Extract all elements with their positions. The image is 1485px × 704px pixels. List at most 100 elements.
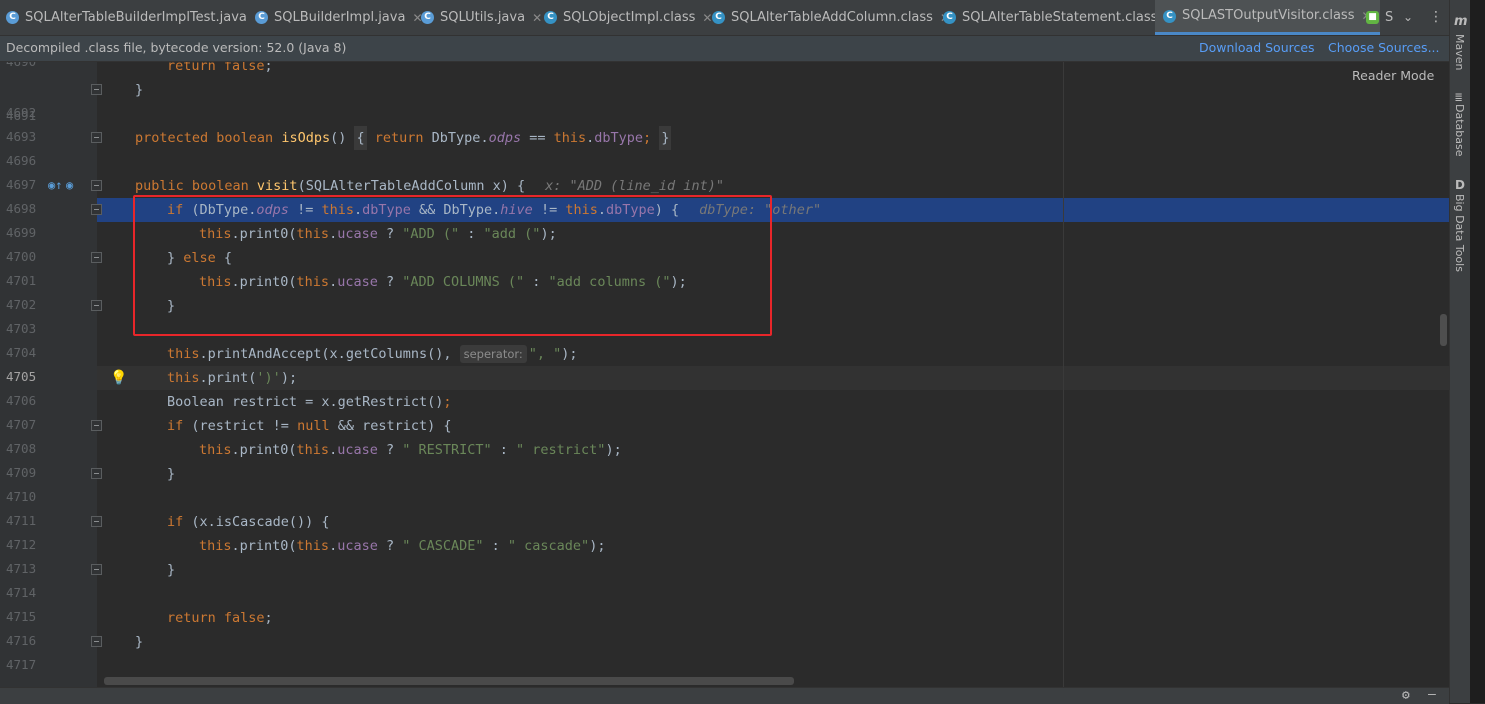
- right-margin-guide: [1063, 62, 1064, 687]
- tab-label: SQLAlterTableBuilderImplTest.java: [25, 9, 247, 25]
- tool-window-database[interactable]: Database: [1453, 104, 1466, 157]
- line-number: 4693: [6, 129, 37, 144]
- close-icon[interactable]: ✕: [702, 0, 712, 35]
- fold-marker[interactable]: [91, 420, 102, 431]
- override-icon[interactable]: ◉↑: [48, 178, 62, 192]
- tab-sqlutils[interactable]: C SQLUtils.java ✕: [421, 0, 542, 35]
- tab-overflow[interactable]: ■ S: [1366, 0, 1393, 35]
- maven-icon: m: [1454, 14, 1468, 29]
- line-number-current: 4705: [6, 369, 37, 384]
- tab-label: SQLASTOutputVisitor.class: [1182, 8, 1355, 23]
- editor-tab-bar: C SQLAlterTableBuilderImplTest.java ✕ C …: [0, 0, 1449, 36]
- tab-label: SQLBuilderImpl.java: [274, 9, 406, 25]
- window-edge: [1470, 0, 1485, 703]
- class-file-icon: C: [1163, 9, 1176, 23]
- line-number: 4714: [6, 585, 37, 600]
- tab-sqlaltertablestatement[interactable]: C SQLAlterTableStatement.class ✕: [943, 0, 1174, 35]
- line-number: 4709: [6, 465, 37, 480]
- code-line: }: [167, 562, 176, 578]
- tab-sqlastoutputvisitor[interactable]: C SQLASTOutputVisitor.class ✕: [1155, 0, 1380, 35]
- tab-sqlobjectimpl[interactable]: C SQLObjectImpl.class ✕: [544, 0, 712, 35]
- right-tool-strip: m Maven ≣ Database D Big Data Tools: [1449, 0, 1471, 703]
- big-data-tools-icon: D: [1455, 178, 1465, 192]
- line-number: 4703: [6, 321, 37, 336]
- code-line: }: [135, 634, 144, 650]
- reader-mode-toggle[interactable]: Reader Mode: [1352, 68, 1434, 83]
- choose-sources-link[interactable]: Choose Sources...: [1328, 40, 1440, 55]
- code-line: this.printAndAccept(x.getColumns(), sepe…: [167, 345, 578, 363]
- line-number: 4712: [6, 537, 37, 552]
- code-line: return false;: [167, 62, 273, 74]
- horizontal-scrollbar[interactable]: [104, 677, 794, 685]
- decompiled-banner: Decompiled .class file, bytecode version…: [0, 36, 1449, 62]
- line-number: 4698: [6, 201, 37, 216]
- fold-marker[interactable]: [91, 204, 102, 215]
- fold-marker[interactable]: [91, 132, 102, 143]
- line-number: 4711: [6, 513, 37, 528]
- class-file-icon: C: [943, 11, 956, 24]
- line-number: 4704: [6, 345, 37, 360]
- tab-label: SQLUtils.java: [440, 9, 526, 25]
- line-number: 4717: [6, 657, 37, 672]
- caret-line-highlight: [97, 366, 1449, 390]
- code-line: }: [167, 466, 176, 482]
- fold-marker[interactable]: [91, 516, 102, 527]
- code-line-current: this.print(')');: [167, 370, 298, 386]
- line-number: 4702: [6, 297, 37, 312]
- line-number: 4716: [6, 633, 37, 648]
- line-number: 4701: [6, 273, 37, 288]
- fold-marker[interactable]: [91, 564, 102, 575]
- tab-sqlbuilderimpl[interactable]: C SQLBuilderImpl.java ✕: [255, 0, 423, 35]
- line-number: 4710: [6, 489, 37, 504]
- chevron-down-icon[interactable]: ⌄: [1398, 5, 1418, 29]
- java-file-icon: C: [421, 11, 434, 24]
- fold-marker[interactable]: [91, 252, 102, 263]
- line-number: 4690: [6, 62, 46, 69]
- tab-label: SQLAlterTableAddColumn.class: [731, 9, 933, 25]
- tab-label: SQLObjectImpl.class: [563, 9, 696, 25]
- line-number: 4713: [6, 561, 37, 576]
- line-number: 4697: [6, 177, 37, 192]
- java-file-icon: C: [6, 11, 19, 24]
- vertical-scrollbar[interactable]: [1440, 314, 1447, 346]
- class-file-icon: C: [544, 11, 557, 24]
- minimize-icon[interactable]: —: [1428, 688, 1436, 702]
- kebab-menu-icon[interactable]: ⋮: [1426, 5, 1446, 29]
- code-line: protected boolean isOdps() { return DbTy…: [135, 126, 672, 150]
- fold-marker[interactable]: [91, 180, 102, 191]
- close-icon[interactable]: ✕: [532, 0, 542, 35]
- code-line: this.print0(this.ucase ? " RESTRICT" : "…: [199, 442, 622, 458]
- bottom-tool-bar: ⚙ —: [0, 687, 1449, 704]
- line-number: 4708: [6, 441, 37, 456]
- code-line: Boolean restrict = x.getRestrict();: [167, 394, 452, 410]
- code-line: }: [135, 82, 144, 98]
- line-number: 4696: [6, 153, 37, 168]
- code-line: if (x.isCascade()) {: [167, 514, 330, 530]
- tool-window-maven[interactable]: Maven: [1453, 34, 1466, 70]
- fold-marker[interactable]: [91, 300, 102, 311]
- gear-icon[interactable]: ⚙: [1402, 688, 1410, 704]
- database-icon: ≣: [1455, 90, 1463, 104]
- download-sources-link[interactable]: Download Sources: [1199, 40, 1315, 55]
- lightbulb-icon[interactable]: 💡: [110, 366, 127, 390]
- inline-value-hint: x: "ADD (line_id int)": [545, 178, 724, 194]
- line-number: 4715: [6, 609, 37, 624]
- fold-marker[interactable]: [91, 84, 102, 95]
- fold-marker[interactable]: [91, 468, 102, 479]
- tool-window-big-data-tools[interactable]: Big Data Tools: [1453, 194, 1466, 272]
- tab-sqlaltertablebuilderimpltest[interactable]: C SQLAlterTableBuilderImplTest.java ✕: [6, 0, 264, 35]
- parameter-hint: seperator:: [459, 345, 527, 363]
- line-number: 4707: [6, 417, 37, 432]
- tab-label: S: [1385, 9, 1394, 25]
- implements-icon[interactable]: ◉: [66, 178, 73, 192]
- line-number: 4706: [6, 393, 37, 408]
- line-number: 4692: [6, 105, 37, 120]
- test-file-icon: ■: [1366, 11, 1379, 24]
- line-number: 4699: [6, 225, 37, 240]
- fold-marker[interactable]: [91, 636, 102, 647]
- annotation-highlight-box: [133, 195, 772, 336]
- java-file-icon: C: [255, 11, 268, 24]
- tab-sqlaltertableaddcolumn[interactable]: C SQLAlterTableAddColumn.class ✕: [712, 0, 950, 35]
- code-editor[interactable]: 4690 4691 4692 4693 4696 4697 4698 4699 …: [0, 62, 1449, 687]
- code-line: this.print0(this.ucase ? " CASCADE" : " …: [199, 538, 606, 554]
